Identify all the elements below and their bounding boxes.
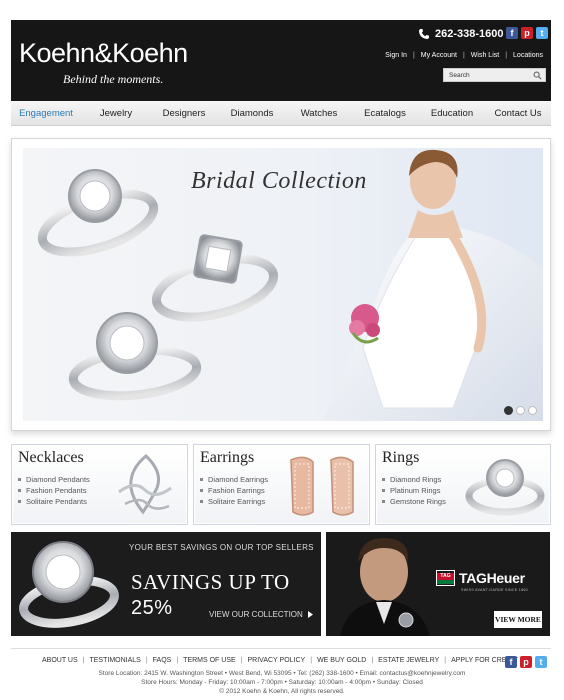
sign-in-link[interactable]: Sign In bbox=[385, 52, 407, 59]
ring-1 bbox=[37, 169, 159, 257]
header: Koehn&Koehn Behind the moments. 262-338-… bbox=[11, 20, 551, 101]
earrings-image bbox=[290, 456, 354, 516]
category-necklaces[interactable]: Necklaces Diamond Pendants Fashion Penda… bbox=[11, 444, 188, 525]
slider-dots bbox=[504, 406, 537, 415]
category-link[interactable]: Fashion Pendants bbox=[18, 485, 90, 496]
tag-heuer-ad[interactable]: TAG TAGHeuer SWISS AVANT-GARDE SINCE 186… bbox=[326, 532, 550, 636]
footer-divider bbox=[11, 648, 551, 649]
footer-link-faqs[interactable]: FAQS bbox=[153, 657, 172, 664]
main-nav: Engagement Jewelry Designers Diamonds Wa… bbox=[11, 101, 551, 126]
slide-dot-1[interactable] bbox=[504, 406, 513, 415]
view-collection-link[interactable]: VIEW OUR COLLECTION bbox=[209, 610, 313, 619]
savings-promo[interactable]: YOUR BEST SAVINGS ON OUR TOP SELLERS SAV… bbox=[11, 532, 321, 636]
footer-link-testimonials[interactable]: TESTIMONIALS bbox=[89, 657, 140, 664]
category-link[interactable]: Gemstone Rings bbox=[382, 496, 446, 507]
nav-watches[interactable]: Watches bbox=[287, 101, 351, 126]
search-placeholder: Search bbox=[449, 71, 470, 79]
facebook-icon[interactable]: f bbox=[505, 656, 517, 668]
arrow-right-icon bbox=[307, 611, 313, 618]
category-link[interactable]: Fashion Earrings bbox=[200, 485, 268, 496]
ring-3 bbox=[68, 312, 202, 401]
category-title: Rings bbox=[382, 449, 420, 466]
footer-link-about[interactable]: ABOUT US bbox=[42, 657, 78, 664]
category-link[interactable]: Diamond Pendants bbox=[18, 474, 90, 485]
account-links: Sign In | My Account | Wish List | Locat… bbox=[385, 52, 543, 59]
model-photo bbox=[326, 532, 436, 636]
tag-heuer-shield: TAG bbox=[436, 570, 455, 586]
nav-designers[interactable]: Designers bbox=[151, 101, 217, 126]
footer-link-terms[interactable]: TERMS OF USE bbox=[183, 657, 236, 664]
facebook-icon[interactable]: f bbox=[506, 27, 518, 39]
locations-link[interactable]: Locations bbox=[513, 52, 543, 59]
tag-heuer-slogan: SWISS AVANT-GARDE SINCE 1860 bbox=[461, 588, 528, 592]
ring-image bbox=[465, 459, 545, 516]
slide-dot-2[interactable] bbox=[516, 406, 525, 415]
banner-title: Bridal Collection bbox=[191, 168, 367, 194]
store-hours: Store Hours: Monday - Friday: 10:00am - … bbox=[141, 679, 423, 686]
necklace-image bbox=[118, 454, 172, 515]
twitter-icon[interactable]: t bbox=[536, 27, 548, 39]
category-earrings[interactable]: Earrings Diamond Earrings Fashion Earrin… bbox=[193, 444, 370, 525]
copyright: © 2012 Koehn & Koehn, All rights reserve… bbox=[219, 688, 345, 695]
promo-subtitle: YOUR BEST SAVINGS ON OUR TOP SELLERS bbox=[129, 543, 314, 552]
nav-contact-us[interactable]: Contact Us bbox=[485, 101, 551, 126]
nav-education[interactable]: Education bbox=[419, 101, 485, 126]
hero-slide[interactable]: Bridal Collection bbox=[23, 148, 543, 421]
page: Koehn&Koehn Behind the moments. 262-338-… bbox=[0, 0, 564, 700]
search-icon[interactable] bbox=[533, 71, 542, 80]
category-link[interactable]: Diamond Earrings bbox=[200, 474, 268, 485]
slide-dot-3[interactable] bbox=[528, 406, 537, 415]
category-link[interactable]: Solitaire Earrings bbox=[200, 496, 268, 507]
social-links-top: f p t bbox=[506, 27, 548, 39]
nav-jewelry[interactable]: Jewelry bbox=[81, 101, 151, 126]
logo-tagline: Behind the moments. bbox=[63, 72, 164, 86]
footer-link-privacy[interactable]: PRIVACY POLICY bbox=[248, 657, 306, 664]
category-title: Necklaces bbox=[18, 449, 84, 466]
social-links-bottom: f p t bbox=[505, 656, 547, 668]
category-rings[interactable]: Rings Diamond Rings Platinum Rings Gemst… bbox=[375, 444, 551, 525]
category-link[interactable]: Solitaire Pendants bbox=[18, 496, 90, 507]
search-input[interactable]: Search bbox=[443, 68, 546, 82]
category-links: Diamond Pendants Fashion Pendants Solita… bbox=[18, 474, 90, 507]
pinterest-icon[interactable]: p bbox=[520, 656, 532, 668]
pinterest-icon[interactable]: p bbox=[521, 27, 533, 39]
category-links: Diamond Earrings Fashion Earrings Solita… bbox=[200, 474, 268, 507]
category-title: Earrings bbox=[200, 449, 255, 466]
promo-ring-image bbox=[19, 541, 119, 628]
phone-icon bbox=[419, 29, 429, 39]
twitter-icon[interactable]: t bbox=[535, 656, 547, 668]
promo-percent: 25% bbox=[131, 597, 173, 619]
my-account-link[interactable]: My Account bbox=[421, 52, 457, 59]
store-address: Store Location: 2415 W. Washington Stree… bbox=[98, 670, 466, 677]
nav-diamonds[interactable]: Diamonds bbox=[217, 101, 287, 126]
nav-ecatalogs[interactable]: Ecatalogs bbox=[351, 101, 419, 126]
category-link[interactable]: Diamond Rings bbox=[382, 474, 446, 485]
footer-link-estate[interactable]: ESTATE JEWELRY bbox=[378, 657, 439, 664]
tag-heuer-wordmark: TAGHeuer bbox=[459, 570, 525, 586]
footer-links: ABOUT US | TESTIMONIALS | FAQS | TERMS OF U… bbox=[42, 657, 518, 664]
tag-heuer-logo: TAG TAGHeuer bbox=[436, 570, 525, 586]
phone-text: 262-338-1600 bbox=[435, 28, 504, 40]
footer-link-buy-gold[interactable]: WE BUY GOLD bbox=[317, 657, 366, 664]
category-links: Diamond Rings Platinum Rings Gemstone Ri… bbox=[382, 474, 446, 507]
ring-2 bbox=[151, 234, 279, 322]
nav-engagement[interactable]: Engagement bbox=[11, 101, 81, 126]
logo[interactable]: Koehn&Koehn bbox=[19, 38, 188, 69]
wish-list-link[interactable]: Wish List bbox=[471, 52, 499, 59]
view-more-button[interactable]: VIEW MORE bbox=[494, 611, 542, 628]
hero-banner: Bridal Collection bbox=[11, 138, 551, 431]
phone-number: 262-338-1600 bbox=[418, 28, 504, 40]
category-link[interactable]: Platinum Rings bbox=[382, 485, 446, 496]
